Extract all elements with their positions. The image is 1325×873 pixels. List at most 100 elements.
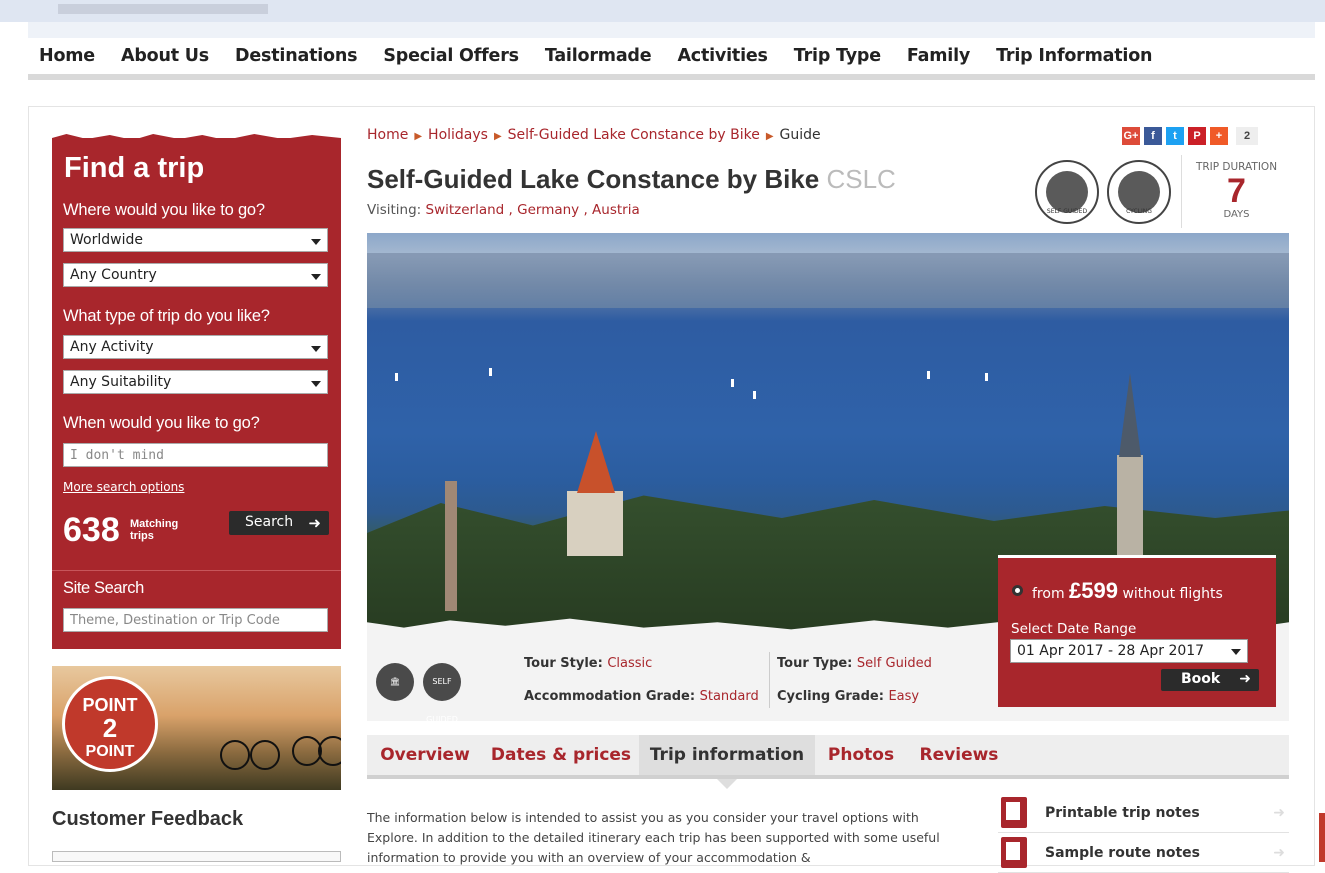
church-tower [567, 491, 623, 556]
arrow-right-icon: ➜ [1239, 671, 1251, 687]
triangle-right-icon: ▶ [765, 131, 774, 142]
price-line: from £599 without flights [1032, 578, 1223, 604]
page-title: Self-Guided Lake Constance by Bike CSLC [367, 164, 896, 195]
cycling-icon: CYCLING [1107, 160, 1171, 224]
badge-line3: POINT [85, 743, 135, 760]
spire-roof [1119, 373, 1141, 457]
nav-destinations[interactable]: Destinations [235, 46, 358, 66]
twitter-icon[interactable]: t [1166, 127, 1184, 145]
accom-label: Accommodation Grade: [524, 689, 696, 704]
type-label: What type of trip do you like? [63, 307, 270, 325]
arrow-right-icon: ➜ [1273, 845, 1285, 861]
customer-feedback-title: Customer Feedback [52, 808, 244, 830]
when-label: When would you like to go? [63, 414, 260, 432]
activity-select[interactable]: Any Activity [63, 335, 328, 359]
when-input[interactable]: I don't mind [63, 443, 328, 467]
tour-style-label: Tour Style: [524, 656, 603, 671]
activity-value: Any Activity [70, 339, 154, 355]
facebook-icon[interactable]: f [1144, 127, 1162, 145]
bike-wheel-icon [318, 736, 341, 766]
tour-style: Tour Style: Classic [524, 656, 652, 671]
tab-photos[interactable]: Photos [815, 735, 907, 775]
more-search-options-link[interactable]: More search options [63, 480, 184, 494]
visiting-label: Visiting: [367, 202, 422, 218]
sample-route-notes-link[interactable]: Sample route notes ➜ [998, 833, 1289, 873]
nav-tailormade[interactable]: Tailormade [545, 46, 652, 66]
chevron-down-icon [311, 381, 321, 387]
self-guided-icon: SELF GUIDED [1035, 160, 1099, 224]
find-trip-panel: Find a trip Where would you like to go? … [52, 134, 341, 649]
customer-feedback-box [52, 851, 341, 862]
logo-cutoff [58, 4, 268, 14]
edge-tab [1319, 813, 1325, 862]
breadcrumb-home[interactable]: Home [367, 127, 408, 143]
nav-trip-information[interactable]: Trip Information [996, 46, 1152, 66]
suitability-select[interactable]: Any Suitability [63, 370, 328, 394]
suitability-value: Any Suitability [70, 374, 172, 390]
price-radio[interactable] [1012, 585, 1023, 596]
trip-title: Self-Guided Lake Constance by Bike [367, 164, 820, 194]
tab-trip-information-label: Trip information [649, 745, 805, 765]
search-button[interactable]: Search ➜ [229, 511, 329, 535]
where-label: Where would you like to go? [63, 201, 265, 219]
visiting-countries[interactable]: Switzerland , Germany , Austria [426, 202, 640, 218]
find-trip-title: Find a trip [64, 152, 205, 184]
arrow-right-icon: ➜ [308, 514, 321, 532]
tab-reviews[interactable]: Reviews [907, 735, 1011, 775]
date-range-value: 01 Apr 2017 - 28 Apr 2017 [1017, 643, 1205, 659]
add-share-icon[interactable]: + [1210, 127, 1228, 145]
pinterest-icon[interactable]: P [1188, 127, 1206, 145]
tour-type-value[interactable]: Self Guided [857, 656, 932, 671]
accom-value[interactable]: Standard [700, 689, 759, 704]
nav-family[interactable]: Family [907, 46, 970, 66]
trip-notes-list: Printable trip notes ➜ Sample route notes… [998, 793, 1289, 873]
church-roof [577, 431, 615, 493]
trip-duration: TRIP DURATION 7 DAYS [1181, 155, 1291, 228]
divider [52, 570, 341, 571]
header-bar [28, 22, 1315, 38]
bike-wheel-icon [220, 740, 250, 770]
region-select[interactable]: Worldwide [63, 228, 328, 252]
search-button-label: Search [245, 514, 294, 530]
point-2-point-promo[interactable]: POINT 2 POINT [52, 666, 341, 790]
top-strip [0, 0, 1325, 22]
cycling-value[interactable]: Easy [888, 689, 919, 704]
nav-about-us[interactable]: About Us [121, 46, 209, 66]
triangle-right-icon: ▶ [414, 131, 423, 142]
chevron-down-icon [311, 274, 321, 280]
price-suffix: without flights [1122, 586, 1223, 602]
sailboat [927, 371, 930, 379]
duration-value: 7 [1227, 172, 1246, 210]
breadcrumb: Home ▶ Holidays ▶ Self-Guided Lake Constance… [367, 127, 821, 143]
tour-type-label: Tour Type: [777, 656, 853, 671]
social-share: G+ f t P + 2 [1122, 127, 1258, 145]
price-amount: £599 [1069, 578, 1118, 603]
tour-style-value[interactable]: Classic [607, 656, 652, 671]
tab-overview[interactable]: Overview [367, 735, 483, 775]
badge-line2: 2 [102, 713, 118, 743]
printable-trip-notes-link[interactable]: Printable trip notes ➜ [998, 793, 1289, 833]
sailboat [985, 373, 988, 381]
nav-activities[interactable]: Activities [677, 46, 768, 66]
breadcrumb-trip[interactable]: Self-Guided Lake Constance by Bike [508, 127, 760, 143]
matching-count: 638 [63, 511, 120, 549]
date-range-select[interactable]: 01 Apr 2017 - 28 Apr 2017 [1010, 639, 1248, 663]
tab-dates-prices[interactable]: Dates & prices [483, 735, 639, 775]
country-select[interactable]: Any Country [63, 263, 328, 287]
google-plus-icon[interactable]: G+ [1122, 127, 1140, 145]
divider [769, 652, 770, 708]
book-button[interactable]: Book ➜ [1161, 669, 1259, 691]
nav-special-offers[interactable]: Special Offers [383, 46, 519, 66]
breadcrumb-holidays[interactable]: Holidays [428, 127, 488, 143]
document-icon [1001, 837, 1027, 868]
matching-label: Matching trips [130, 518, 179, 542]
nav-trip-type[interactable]: Trip Type [794, 46, 881, 66]
site-search-label: Site Search [63, 579, 144, 597]
main-nav: Home About Us Destinations Special Offer… [28, 38, 1315, 80]
tab-trip-information[interactable]: Trip information [639, 735, 815, 789]
site-search-input[interactable]: Theme, Destination or Trip Code [63, 608, 328, 632]
classic-style-icon: 🏛 [376, 663, 414, 701]
nav-home[interactable]: Home [39, 46, 95, 66]
document-icon [1001, 797, 1027, 828]
triangle-right-icon: ▶ [493, 131, 502, 142]
